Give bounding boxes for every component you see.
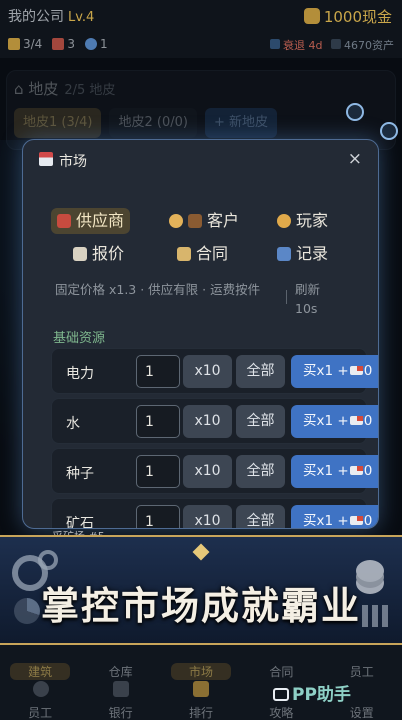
factory-icon: [57, 214, 71, 228]
all-button[interactable]: 全部: [236, 505, 285, 528]
handshake-icon: [277, 214, 291, 228]
people-icon: [84, 38, 97, 50]
ruler-icon: [8, 38, 20, 50]
modal-title: 市场: [59, 154, 87, 170]
x10-button[interactable]: x10: [183, 405, 232, 438]
assets-value: 4670资产: [330, 37, 394, 53]
buy-button[interactable]: 买x1 +0: [291, 405, 378, 438]
truck-icon: [349, 416, 363, 425]
resource-row-water: 水 x10 全部 买x1 +0: [51, 398, 378, 444]
modal-header: 市场 ×: [23, 140, 378, 180]
resource-name: 矿石: [66, 516, 94, 529]
nav-staff-top[interactable]: 员工: [332, 663, 392, 680]
nav-bank[interactable]: 银行: [91, 704, 151, 720]
nav-row-secondary: 员工 银行 排行 攻略 设置: [0, 704, 402, 720]
pp-logo-icon: [273, 688, 289, 701]
close-icon[interactable]: ×: [348, 149, 362, 169]
tab-records[interactable]: 记录: [271, 241, 334, 267]
top-status-bar: 我的公司 Lv.4 1000现金 3/4 3 1 衰退 4d 4670资产: [0, 0, 402, 58]
resource-name: 电力: [66, 366, 94, 382]
resource-row-seeds: 种子 x10 全部 买x1 +0: [51, 448, 378, 494]
tab-suppliers[interactable]: 供应商: [51, 208, 131, 234]
section-basic-resources: 基础资源: [53, 331, 106, 346]
truck-icon: [349, 516, 363, 525]
truck-icon: [349, 366, 363, 375]
truck-icon: [349, 466, 363, 475]
quantity-input[interactable]: [136, 505, 180, 528]
nav-contracts[interactable]: 合同: [251, 663, 311, 680]
company-stats: 3/4 3 1: [8, 37, 108, 51]
divider: [286, 290, 287, 304]
tab-contracts[interactable]: 合同: [171, 241, 234, 267]
briefcase-icon: [188, 214, 202, 228]
nav-row-primary: 建筑 仓库 市场 合同 员工: [0, 663, 402, 680]
pricing-note: 固定价格 x1.3 · 供应有限 · 运费按件: [55, 282, 261, 297]
tab-clients[interactable]: 客户: [163, 208, 245, 234]
promo-slogan: 掌控市场成就霸业: [40, 583, 361, 628]
settings-gear-icon[interactable]: [346, 103, 364, 121]
nav-staff[interactable]: 员工: [10, 704, 70, 720]
factory-icon: [52, 38, 65, 50]
buy-button[interactable]: 买x1 +0: [291, 355, 378, 388]
all-button[interactable]: 全部: [236, 405, 285, 438]
bar-chart-icon: [277, 247, 291, 261]
resource-name: 水: [66, 416, 80, 432]
resource-row-electricity: 电力 x10 全部 买x1 +0: [51, 348, 378, 394]
tab-quotes[interactable]: 报价: [67, 241, 130, 267]
cash-display: 1000现金: [303, 6, 392, 27]
trophy-icon: [193, 681, 209, 697]
buy-button[interactable]: 买x1 +0: [291, 505, 378, 528]
person-icon: [33, 681, 49, 697]
nav-warehouse[interactable]: 仓库: [91, 663, 151, 680]
market-modal: 市场 × 供应商 客户 玩家 报价 合同 记录 固定价格 x1.3 · 供应有限…: [22, 139, 379, 529]
resource-row-ore: 矿石 x10 全部 买x1 +0: [51, 498, 378, 529]
stat-factories: 3: [52, 37, 75, 51]
quantity-input[interactable]: [136, 455, 180, 488]
economy-stats: 衰退 4d 4670资产: [269, 37, 394, 53]
x10-button[interactable]: x10: [183, 505, 232, 528]
money-bag-icon: [303, 8, 320, 24]
buy-button[interactable]: 买x1 +0: [291, 455, 378, 488]
scroll-icon: [177, 247, 191, 261]
refresh-timer: 刷新 10s: [295, 282, 321, 316]
nav-guide[interactable]: 攻略: [251, 704, 311, 720]
company-level: Lv.4: [68, 10, 95, 25]
client-icon: [169, 214, 183, 228]
x10-button[interactable]: x10: [183, 455, 232, 488]
nav-buildings[interactable]: 建筑: [10, 663, 71, 680]
recession-indicator: 衰退 4d: [269, 37, 323, 53]
gear-small-icon: [38, 550, 58, 570]
clipboard-icon: [73, 247, 87, 261]
stat-employees: 1: [84, 37, 108, 51]
coin-icon[interactable]: [380, 122, 398, 140]
company-name: 我的公司 Lv.4: [8, 9, 95, 25]
x10-button[interactable]: x10: [183, 355, 232, 388]
trend-down-icon: [269, 39, 280, 49]
resource-name: 种子: [66, 466, 94, 482]
quantity-input[interactable]: [136, 355, 180, 388]
all-button[interactable]: 全部: [236, 455, 285, 488]
stat-buildings: 3/4: [8, 37, 42, 51]
nav-market[interactable]: 市场: [170, 663, 231, 680]
chart-icon: [330, 39, 341, 49]
all-button[interactable]: 全部: [236, 355, 285, 388]
quantity-input[interactable]: [136, 405, 180, 438]
market-calendar-icon: [39, 152, 53, 166]
nav-settings[interactable]: 设置: [332, 704, 392, 720]
bank-icon: [113, 681, 129, 697]
nav-ranking[interactable]: 排行: [171, 704, 231, 720]
tab-players[interactable]: 玩家: [271, 208, 334, 234]
watermark: PP助手: [273, 680, 351, 705]
